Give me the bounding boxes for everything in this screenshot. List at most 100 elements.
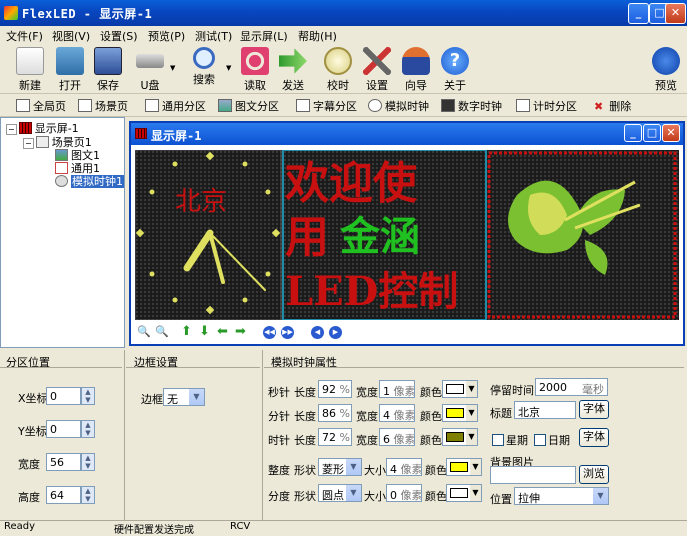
digital-clock-button[interactable]: 数字时钟 (441, 98, 502, 114)
chevron-down-icon: ▼ (466, 381, 477, 397)
length-label: 长度 (294, 386, 316, 399)
wizard-button[interactable]: 向导 (396, 46, 436, 92)
y-input[interactable]: 0 (46, 420, 81, 438)
new-button[interactable]: 新建 (10, 46, 50, 92)
move-right-icon[interactable]: ➡ (235, 324, 246, 339)
division-size-value[interactable]: 0 (390, 489, 397, 501)
width-input[interactable]: 56 (46, 453, 81, 471)
about-button[interactable]: ? 关于 (435, 46, 475, 92)
read-button[interactable]: 读取 (235, 46, 275, 92)
timer-zone-button[interactable]: 计时分区 (516, 98, 577, 114)
hour-length-value[interactable]: 72 (322, 431, 336, 444)
child-minimize-button[interactable]: _ (624, 124, 642, 142)
y-spinner[interactable]: ▲ ▼ (81, 420, 95, 438)
display-window: 显示屏-1 _ □ ✕ 北京 欢迎使 用 金涵 LED控制 🔍 🔍 ⬆ ⬇ ⬅ … (129, 121, 685, 346)
date-checkbox[interactable]: 日期 (534, 432, 570, 448)
minute-hand-label: 分针 (268, 410, 290, 423)
settings-button[interactable]: 设置 (357, 46, 397, 92)
preview-button[interactable]: 预览 (646, 46, 686, 92)
title-input[interactable]: 北京 (514, 401, 576, 419)
child-maximize-button[interactable]: □ (643, 124, 661, 142)
open-button[interactable]: 打开 (50, 46, 90, 92)
divider (264, 367, 684, 368)
hour-color-picker[interactable]: ▼ (442, 428, 478, 446)
second-width-value[interactable]: 1 (383, 385, 390, 397)
minute-length-value[interactable]: 86 (322, 407, 336, 420)
size-label: 大小 (364, 464, 386, 477)
prev-icon[interactable]: ◀ (311, 326, 324, 339)
background-image-input[interactable] (490, 466, 576, 484)
next-icon[interactable]: ▶ (329, 326, 342, 339)
led-icon (18, 122, 32, 134)
last-icon[interactable]: ▶▶ (281, 326, 294, 339)
x-input[interactable]: 0 (46, 387, 81, 405)
analog-clock-icon (368, 99, 382, 112)
usb-dropdown-arrow[interactable]: ▼ (170, 64, 175, 72)
minute-color-swatch (446, 408, 464, 418)
subtitle-zone-button[interactable]: 字幕分区 (296, 98, 357, 114)
zoom-in-icon[interactable]: 🔍 (137, 325, 151, 338)
clock-icon (324, 47, 352, 75)
tick-color-picker[interactable]: ▼ (446, 458, 482, 476)
size-label: 大小 (364, 490, 386, 503)
menu-settings[interactable]: 设置(S) (100, 28, 138, 44)
hour-width-value[interactable]: 6 (383, 433, 390, 445)
division-shape-select[interactable]: 圆点 ▼ (318, 484, 362, 502)
tree-node-analog-clock[interactable]: 模拟时钟1 (55, 173, 124, 189)
search-dropdown-arrow[interactable]: ▼ (226, 64, 231, 72)
child-close-button[interactable]: ✕ (662, 124, 680, 142)
calibrate-time-button[interactable]: 校时 (318, 46, 358, 92)
menu-view[interactable]: 视图(V) (52, 28, 90, 44)
x-spinner[interactable]: ▲ ▼ (81, 387, 95, 405)
second-length-value[interactable]: 92 (322, 383, 336, 396)
menu-display[interactable]: 显示屏(L) (240, 28, 288, 44)
led-line-2a: 用 (285, 212, 329, 263)
tick-size-value[interactable]: 4 (390, 463, 397, 475)
search-button[interactable]: 搜索 (184, 46, 224, 92)
minute-color-picker[interactable]: ▼ (442, 404, 478, 422)
graphic-zone-button[interactable]: 图文分区 (218, 98, 279, 114)
height-input[interactable]: 64 (46, 486, 81, 504)
main-toolbar: 新建 打开 保存 U盘 ▼ 搜索 ▼ 读取 发送 校时 设置 向导 ? 关于 预览 (0, 44, 687, 94)
zoom-out-icon[interactable]: 🔍 (155, 325, 169, 338)
border-select[interactable]: 无 ▼ (163, 388, 205, 406)
datetime-font-button[interactable]: 字体 (579, 428, 609, 447)
delete-button[interactable]: ✖ 删除 (594, 98, 631, 114)
chevron-down-icon: ▼ (466, 405, 477, 421)
width-label: 宽度 (356, 410, 378, 423)
second-color-picker[interactable]: ▼ (442, 380, 478, 398)
scene-page-button[interactable]: 场景页 (78, 98, 128, 114)
save-button[interactable]: 保存 (88, 46, 128, 92)
analog-clock-button[interactable]: 模拟时钟 (368, 98, 429, 114)
division-color-picker[interactable]: ▼ (446, 484, 482, 502)
first-icon[interactable]: ◀◀ (263, 326, 276, 339)
usb-button[interactable]: U盘 (130, 46, 170, 92)
move-up-icon[interactable]: ⬆ (181, 324, 192, 339)
send-button[interactable]: 发送 (273, 46, 313, 92)
new-icon (16, 47, 44, 75)
menu-help[interactable]: 帮助(H) (298, 28, 337, 44)
general-zone-button[interactable]: 通用分区 (145, 98, 206, 114)
position-select[interactable]: 拉伸 ▼ (514, 487, 609, 505)
height-spinner[interactable]: ▲ ▼ (81, 486, 95, 504)
minimize-button[interactable]: _ (628, 3, 649, 24)
tick-shape-select[interactable]: 菱形 ▼ (318, 458, 362, 476)
send-icon (279, 48, 307, 74)
close-button[interactable]: ✕ (665, 3, 686, 24)
menu-file[interactable]: 文件(F) (6, 28, 43, 44)
menu-preview[interactable]: 预览(P) (148, 28, 185, 44)
y-label: Y坐标 (18, 425, 47, 438)
menu-test[interactable]: 测试(T) (195, 28, 232, 44)
move-down-icon[interactable]: ⬇ (199, 324, 210, 339)
minute-width-value[interactable]: 4 (383, 409, 390, 421)
browse-button[interactable]: 浏览 (579, 465, 609, 484)
width-spinner[interactable]: ▲ ▼ (81, 453, 95, 471)
led-canvas[interactable]: 北京 欢迎使 用 金涵 LED控制 (135, 150, 679, 320)
divider (126, 367, 260, 368)
title-font-button[interactable]: 字体 (579, 400, 609, 419)
move-left-icon[interactable]: ⬅ (217, 324, 228, 339)
stay-time-label: 停留时间 (490, 384, 534, 397)
stay-time-value[interactable]: 2000 (539, 381, 567, 394)
week-checkbox[interactable]: 星期 (492, 432, 528, 448)
global-page-button[interactable]: 全局页 (16, 98, 66, 114)
